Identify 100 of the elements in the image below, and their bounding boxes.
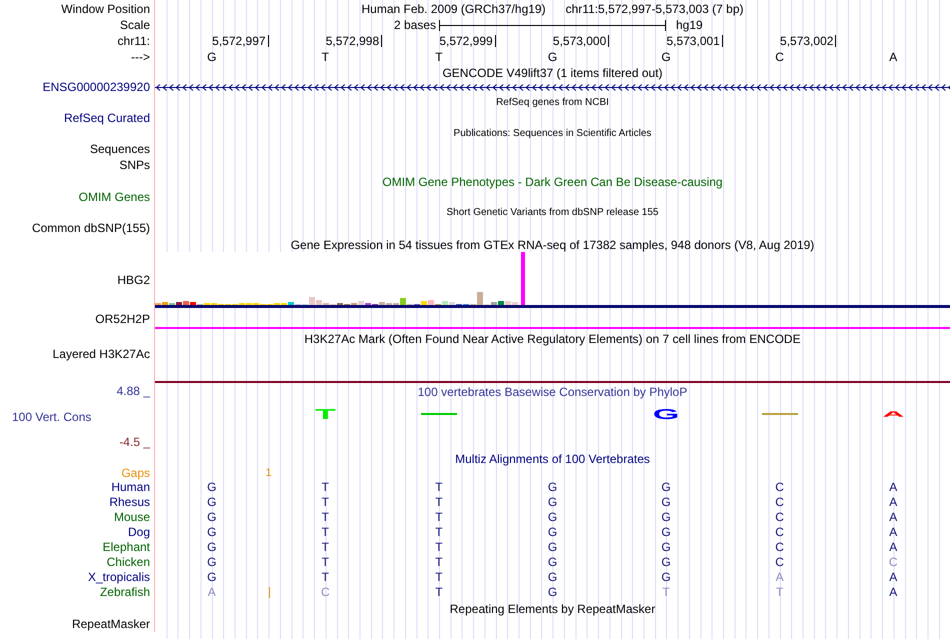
track-title: GENCODE V49lift37 (1 items filtered out) bbox=[442, 65, 663, 82]
track-title: Publications: Sequences in Scientific Articles bbox=[454, 127, 652, 141]
aligned-base: G bbox=[207, 555, 216, 570]
track-label[interactable]: 100 Vert. Cons bbox=[0, 410, 92, 424]
position-tick bbox=[268, 35, 269, 47]
base-letter: A bbox=[889, 49, 898, 66]
aligned-base: T bbox=[322, 570, 330, 585]
aligned-base: T bbox=[435, 525, 443, 540]
aligned-base: G bbox=[548, 480, 558, 495]
aligned-base: A bbox=[208, 585, 216, 600]
row-label[interactable]: Scale bbox=[120, 18, 150, 32]
aligned-base: G bbox=[548, 510, 558, 525]
aligned-base: T bbox=[322, 540, 330, 555]
aligned-base: G bbox=[207, 540, 216, 555]
aligned-base: C bbox=[775, 525, 784, 540]
position-label: 5,572,997 bbox=[212, 33, 266, 50]
assembly-name: Human Feb. 2009 (GRCh37/hg19) bbox=[361, 1, 546, 18]
track-label[interactable]: ENSG00000239920 bbox=[42, 80, 150, 95]
position-label: 5,572,998 bbox=[326, 33, 380, 50]
aligned-base: T bbox=[435, 570, 443, 585]
aligned-base: G bbox=[548, 585, 558, 600]
track-label[interactable]: RefSeq Curated bbox=[64, 110, 150, 126]
position-tick bbox=[381, 35, 382, 47]
track-label[interactable]: RepeatMasker bbox=[72, 616, 150, 632]
scale-length: 2 bases bbox=[392, 17, 437, 34]
track-label[interactable]: X_tropicalis bbox=[88, 570, 150, 585]
aligned-base: A bbox=[889, 510, 898, 525]
aligned-base: T bbox=[322, 525, 330, 540]
aligned-base: C bbox=[775, 495, 784, 510]
scale-assembly: hg19 bbox=[675, 17, 704, 34]
base-letter: G bbox=[207, 49, 216, 66]
aligned-base: G bbox=[661, 480, 671, 495]
position-label: 5,572,999 bbox=[439, 33, 493, 50]
track-title: H3K27Ac Mark (Often Found Near Active Regulatory Elements) on 7 cell lines from ENCODE bbox=[304, 331, 801, 348]
aligned-base: T bbox=[435, 585, 443, 600]
aligned-base: G bbox=[661, 510, 671, 525]
aligned-base: G bbox=[548, 525, 558, 540]
axis-label: -4.5 _ bbox=[118, 435, 150, 450]
aligned-base: T bbox=[322, 480, 330, 495]
aligned-base: T bbox=[435, 510, 443, 525]
aligned-base: T bbox=[776, 585, 784, 600]
track-label[interactable]: Dog bbox=[128, 525, 150, 540]
aligned-base: G bbox=[207, 495, 216, 510]
position-label: 5,573,000 bbox=[552, 33, 606, 50]
aligned-base: T bbox=[435, 495, 443, 510]
track-label[interactable]: OMIM Genes bbox=[78, 190, 150, 204]
base-letter: G bbox=[548, 49, 558, 66]
aligned-base: G bbox=[548, 540, 558, 555]
aligned-base: G bbox=[661, 495, 671, 510]
position-tick bbox=[494, 35, 496, 47]
aligned-base: G bbox=[207, 510, 216, 525]
track-label[interactable]: HBG2 bbox=[117, 272, 150, 288]
aligned-base: C bbox=[888, 555, 898, 570]
aligned-base: T bbox=[322, 495, 330, 510]
track-title: Repeating Elements by RepeatMasker bbox=[450, 601, 656, 618]
aligned-base: G bbox=[207, 570, 216, 585]
aligned-base: G bbox=[661, 540, 671, 555]
aligned-base: A bbox=[776, 570, 784, 585]
aligned-base: A bbox=[889, 495, 898, 510]
aligned-base: G bbox=[548, 495, 558, 510]
position-tick bbox=[722, 35, 723, 47]
track-label[interactable]: OR52H2P bbox=[95, 312, 150, 326]
track-title: OMIM Gene Phenotypes - Dark Green Can Be Disease-causing bbox=[382, 174, 723, 191]
base-letter: C bbox=[775, 49, 784, 66]
aligned-base: T bbox=[322, 555, 330, 570]
position-label: 5,573,002 bbox=[780, 33, 834, 50]
track-label[interactable]: Mouse bbox=[114, 510, 150, 525]
aligned-base: G bbox=[207, 525, 216, 540]
aligned-base: A bbox=[889, 525, 898, 540]
track-label[interactable]: Human bbox=[111, 480, 150, 495]
aligned-base: C bbox=[321, 585, 330, 600]
aligned-base: A bbox=[889, 585, 898, 600]
aligned-base: T bbox=[435, 480, 443, 495]
aligned-base: C bbox=[775, 540, 784, 555]
aligned-base: T bbox=[662, 585, 670, 600]
aligned-base: T bbox=[435, 540, 443, 555]
track-label[interactable]: Layered H3K27Ac bbox=[52, 346, 150, 362]
logo-letter: T bbox=[314, 408, 336, 420]
aligned-base: G bbox=[548, 570, 558, 585]
track-title: Multiz Alignments of 100 Vertebrates bbox=[455, 451, 650, 468]
aligned-base: C bbox=[775, 510, 784, 525]
track-title: Short Genetic Variants from dbSNP release 155 bbox=[446, 206, 658, 220]
track-label[interactable]: Common dbSNP(155) bbox=[32, 220, 150, 236]
track-label[interactable]: Rhesus bbox=[109, 495, 150, 510]
track-label[interactable]: Zebrafish bbox=[100, 585, 150, 600]
position-range: chr11:5,572,997-5,573,003 (7 bp) bbox=[566, 1, 744, 18]
row-label[interactable]: Window Position bbox=[61, 2, 150, 16]
aligned-base: T bbox=[435, 555, 443, 570]
gap-count: 1 bbox=[265, 466, 272, 480]
logo-letter: G bbox=[652, 408, 680, 420]
track-label[interactable]: Sequences bbox=[90, 142, 150, 156]
base-letter: G bbox=[661, 49, 671, 66]
track-label[interactable]: Elephant bbox=[102, 540, 150, 555]
row-label[interactable]: chr11: bbox=[118, 34, 150, 48]
aligned-base: G bbox=[207, 480, 216, 495]
track-label[interactable]: Chicken bbox=[106, 555, 150, 570]
track-label[interactable]: SNPs bbox=[119, 158, 150, 172]
strand-label[interactable]: ---> bbox=[131, 50, 150, 64]
aligned-base: G bbox=[661, 525, 671, 540]
aligned-base: T bbox=[322, 510, 330, 525]
